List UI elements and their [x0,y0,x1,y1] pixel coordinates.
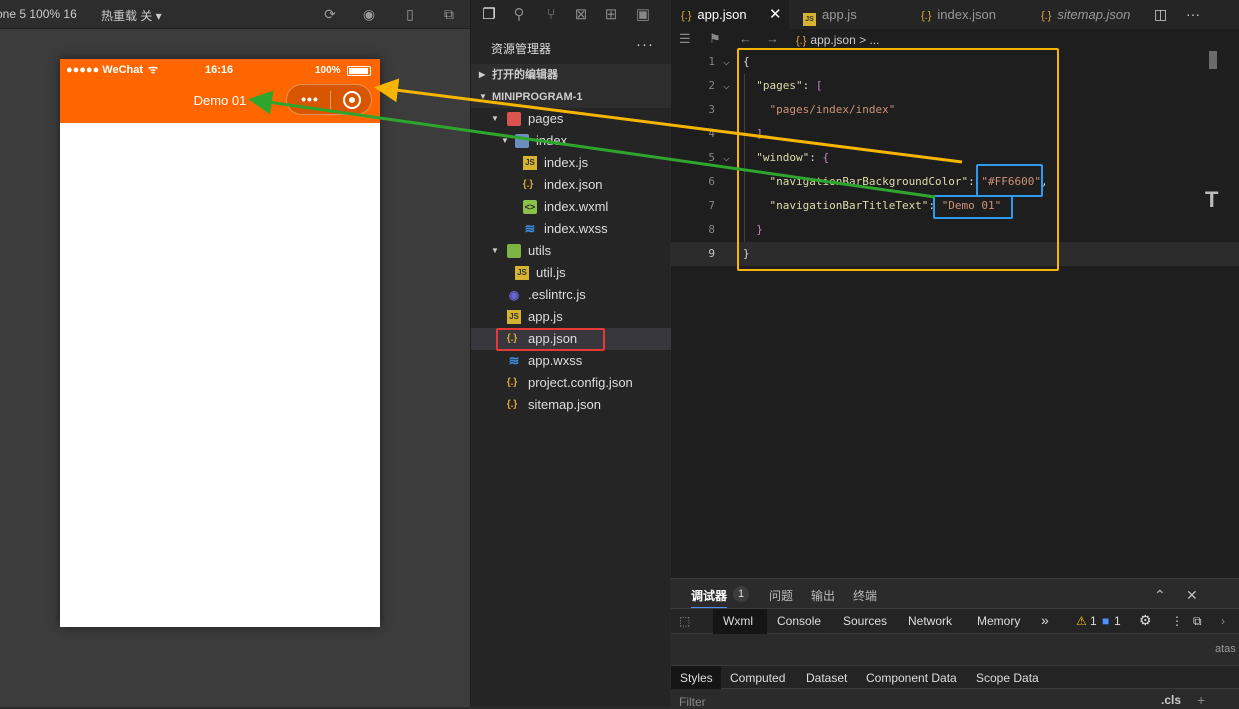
yellow-arrow [374,78,963,164]
annotation-arrows [248,78,963,199]
